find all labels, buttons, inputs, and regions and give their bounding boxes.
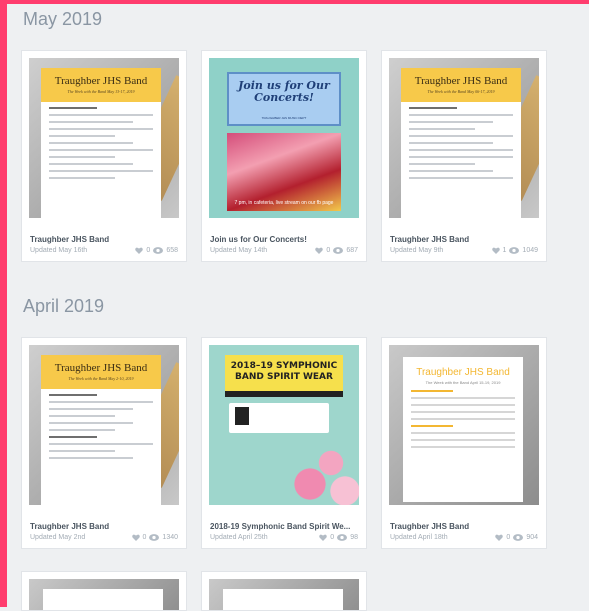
flyer-subtitle: The Week with the Band May 2-10, 2019 xyxy=(68,376,134,381)
flyer-subtitle: TRAUGHBER JHS MUSIC DEPT xyxy=(261,116,307,120)
shirt-image xyxy=(235,407,249,425)
card-updated: Updated May 16th xyxy=(30,247,88,254)
eye-icon xyxy=(333,247,344,254)
flyer-title: Traughber JHS Band xyxy=(414,75,508,87)
card-title[interactable]: Traughber JHS Band xyxy=(390,522,540,531)
section-title-may-2019: May 2019 xyxy=(23,9,103,29)
card-stats: 1 1049 xyxy=(491,247,538,254)
card-updated: Updated May 2nd xyxy=(30,534,86,541)
card-title[interactable]: 2018-19 Symphonic Band Spirit We... xyxy=(210,522,360,531)
flyer-title: 2018–19 SYMPHONIC BAND SPIRIT WEAR xyxy=(225,355,343,391)
heart-icon[interactable] xyxy=(315,247,324,254)
card-spirit-wear[interactable]: 2018–19 SYMPHONIC BAND SPIRIT WEAR 2018-… xyxy=(201,337,367,549)
likes-count: 1 xyxy=(502,247,507,254)
card-partial-1[interactable] xyxy=(21,571,187,611)
eye-icon xyxy=(153,247,164,254)
card-title[interactable]: Traughber JHS Band xyxy=(30,522,180,531)
likes-count: 0 xyxy=(146,247,151,254)
card-join-us-concerts[interactable]: Join us for Our Concerts! TRAUGHBER JHS … xyxy=(201,50,367,262)
flyer-thumbnail: Traughber JHS Band The Week with the Ban… xyxy=(389,58,539,218)
views-count: 1340 xyxy=(162,534,178,541)
heart-icon[interactable] xyxy=(319,534,328,541)
card-stats: 0 1340 xyxy=(131,534,178,541)
eye-icon xyxy=(149,534,160,541)
card-stats: 0 687 xyxy=(315,247,358,254)
flyer-thumbnail: Traughber JHS Band The Week with the Ban… xyxy=(29,345,179,505)
flyer-thumbnail: Traughber JHS Band The Week with the Ban… xyxy=(389,345,539,505)
tulips-image xyxy=(289,435,359,505)
card-title[interactable]: Traughber JHS Band xyxy=(390,235,540,244)
flyer-footer: 7 pm, in cafeteria, live stream on our f… xyxy=(234,200,334,206)
flyer-title: Traughber JHS Band xyxy=(54,362,148,374)
card-stats: 0 904 xyxy=(495,534,538,541)
card-title[interactable]: Traughber JHS Band xyxy=(30,235,180,244)
card-stats: 0 658 xyxy=(135,247,178,254)
flyer-title: Traughber JHS Band xyxy=(416,367,510,378)
flyer-thumbnail xyxy=(29,579,179,610)
flyer-subtitle: The Week with the Band April 15-19, 2019 xyxy=(425,380,501,385)
likes-count: 0 xyxy=(330,534,335,541)
eye-icon xyxy=(509,247,520,254)
flyer-subtitle-strip xyxy=(225,391,343,397)
flyer-title: Traughber JHS Band xyxy=(54,75,148,87)
flyer-subtitle: The Week with the Band May 13-17, 2019 xyxy=(67,89,135,94)
views-count: 1049 xyxy=(522,247,538,254)
views-count: 687 xyxy=(346,247,358,254)
heart-icon[interactable] xyxy=(491,247,500,254)
flyer-thumbnail: Traughber JHS Band The Week with the Ban… xyxy=(29,58,179,218)
flyer-thumbnail: 2018–19 SYMPHONIC BAND SPIRIT WEAR xyxy=(209,345,359,505)
likes-count: 0 xyxy=(506,534,511,541)
eye-icon xyxy=(337,534,348,541)
flyer-subtitle: The Week with the Band May 06-17, 2019 xyxy=(427,89,495,94)
section-title-april-2019: April 2019 xyxy=(23,296,105,316)
left-accent-bar xyxy=(0,0,7,607)
card-updated: Updated April 18th xyxy=(390,534,448,541)
card-updated: Updated May 14th xyxy=(210,247,268,254)
card-traughber-may-9[interactable]: Traughber JHS Band The Week with the Ban… xyxy=(381,50,547,262)
heart-icon[interactable] xyxy=(135,247,144,254)
card-traughber-apr-18[interactable]: Traughber JHS Band The Week with the Ban… xyxy=(381,337,547,549)
card-updated: Updated April 25th xyxy=(210,534,268,541)
card-partial-2[interactable] xyxy=(201,571,367,611)
views-count: 904 xyxy=(526,534,538,541)
card-traughber-may-2[interactable]: Traughber JHS Band The Week with the Ban… xyxy=(21,337,187,549)
likes-count: 0 xyxy=(142,534,147,541)
card-title[interactable]: Join us for Our Concerts! xyxy=(210,235,360,244)
heart-icon[interactable] xyxy=(131,534,140,541)
flyer-thumbnail: Join us for Our Concerts! TRAUGHBER JHS … xyxy=(209,58,359,218)
card-stats: 0 98 xyxy=(319,534,358,541)
views-count: 98 xyxy=(350,534,358,541)
flyer-thumbnail xyxy=(209,579,359,610)
heart-icon[interactable] xyxy=(495,534,504,541)
top-accent-bar xyxy=(0,0,589,4)
views-count: 658 xyxy=(166,247,178,254)
card-traughber-may-16[interactable]: Traughber JHS Band The Week with the Ban… xyxy=(21,50,187,262)
card-updated: Updated May 9th xyxy=(390,247,444,254)
eye-icon xyxy=(513,534,524,541)
likes-count: 0 xyxy=(326,247,331,254)
